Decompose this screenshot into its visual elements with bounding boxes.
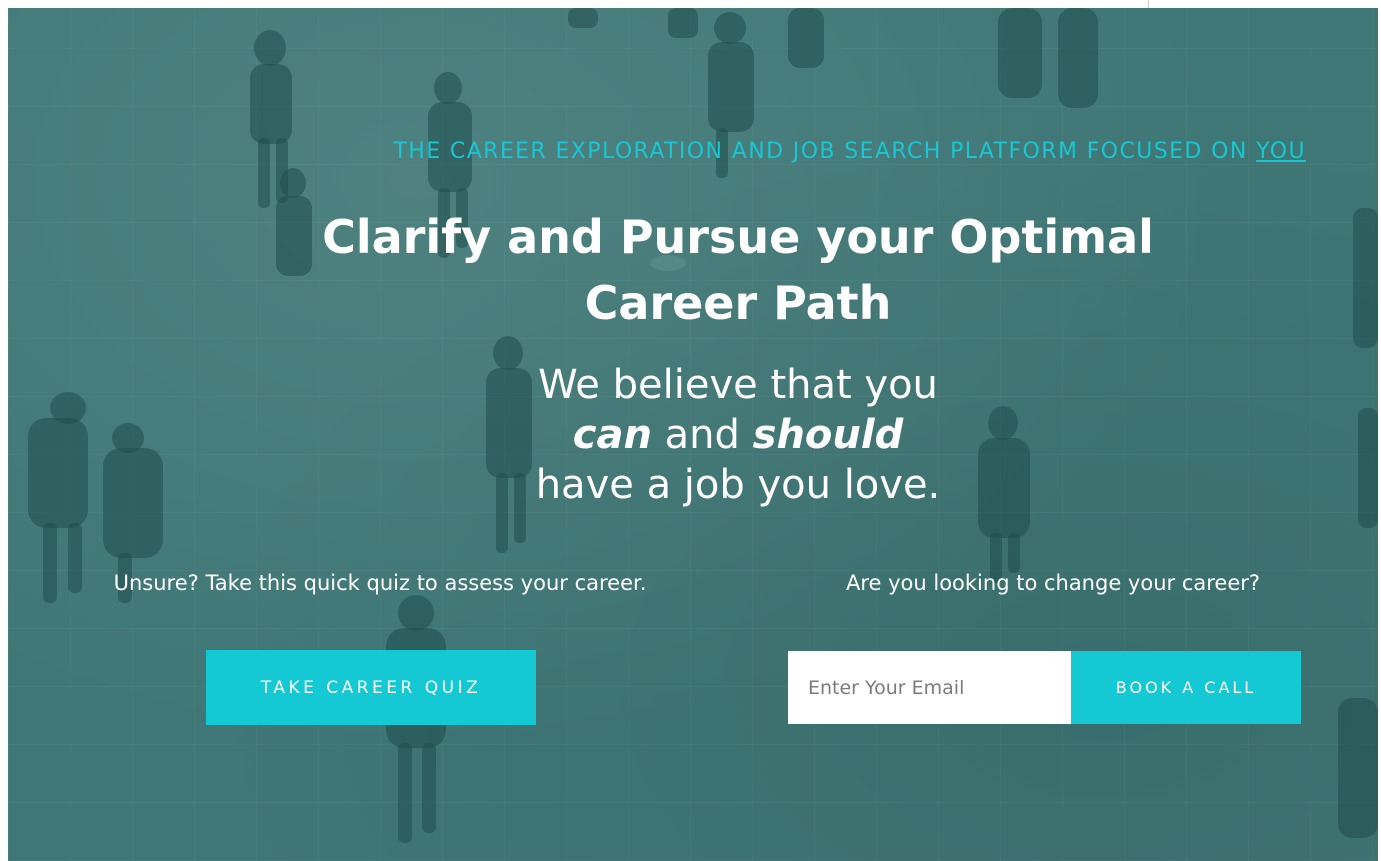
platform-tagline: THE CAREER EXPLORATION AND JOB SEARCH PL…	[176, 139, 1306, 164]
hero-section: THE CAREER EXPLORATION AND JOB SEARCH PL…	[8, 8, 1378, 861]
belief-and: and	[651, 412, 753, 458]
page-edge-divider	[1148, 0, 1149, 8]
book-a-call-button[interactable]: BOOK A CALL	[1071, 651, 1301, 724]
career-change-prompt: Are you looking to change your career?	[845, 571, 1261, 595]
tagline-text: THE CAREER EXPLORATION AND JOB SEARCH PL…	[393, 139, 1257, 164]
quiz-prompt: Unsure? Take this quick quiz to assess y…	[113, 571, 647, 595]
belief-statement: We believe that you can and should have …	[388, 360, 1088, 510]
page-headline: Clarify and Pursue your Optimal Career P…	[208, 204, 1268, 336]
headline-line-2: Career Path	[584, 276, 892, 330]
belief-should: should	[752, 412, 904, 458]
belief-line-3: have a job you love.	[535, 462, 941, 508]
headline-line-1: Clarify and Pursue your Optimal	[322, 210, 1154, 264]
belief-can: can	[572, 412, 652, 458]
email-field[interactable]	[788, 651, 1071, 724]
belief-line-1: We believe that you	[538, 362, 938, 408]
you-link[interactable]: YOU	[1256, 139, 1306, 164]
take-career-quiz-button[interactable]: TAKE CAREER QUIZ	[206, 650, 536, 725]
